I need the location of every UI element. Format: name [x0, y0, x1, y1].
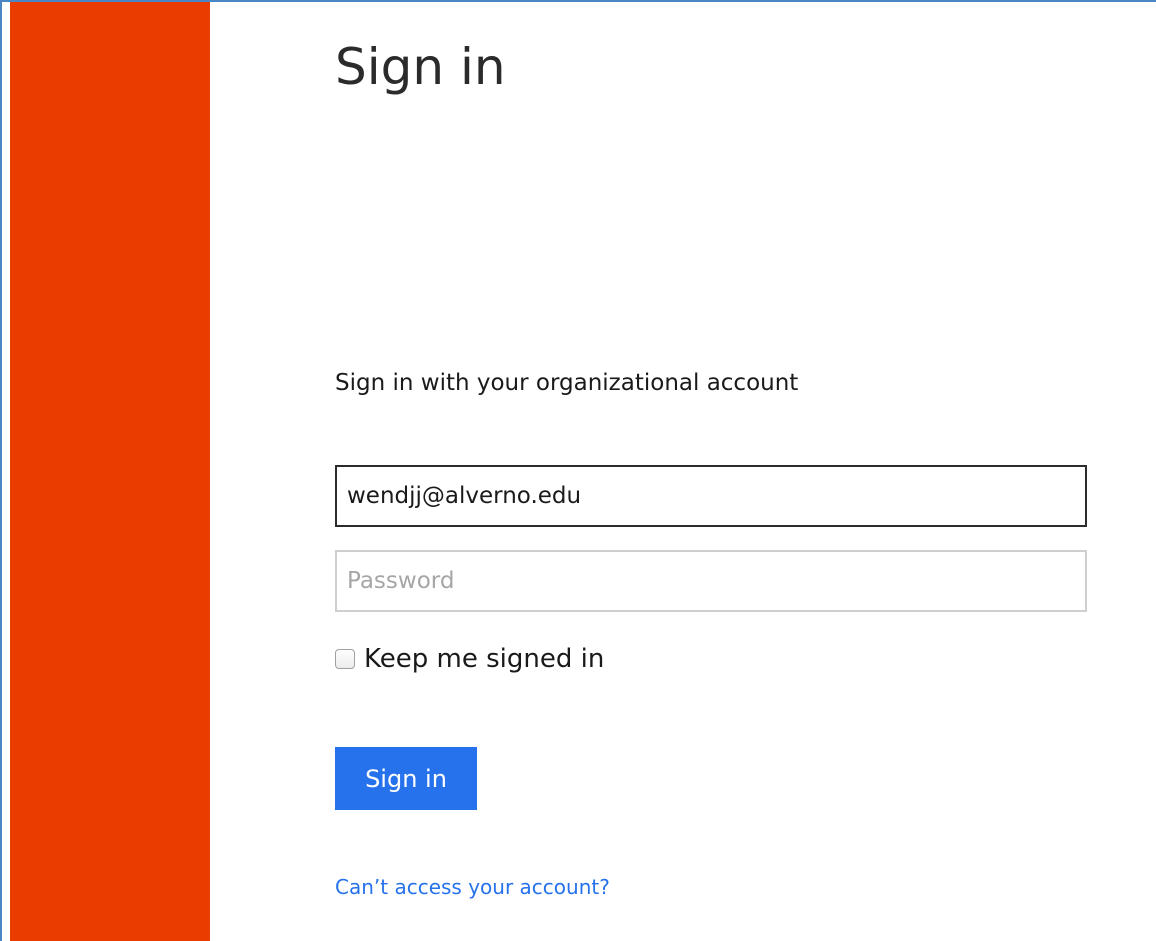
keep-signed-in-checkbox[interactable]: [335, 649, 355, 669]
password-field[interactable]: [335, 550, 1087, 612]
keep-signed-in-label: Keep me signed in: [364, 644, 605, 674]
sign-in-button[interactable]: Sign in: [335, 747, 477, 810]
page-title: Sign in: [335, 38, 506, 96]
email-field[interactable]: [335, 465, 1087, 527]
sign-in-content: Sign in Sign in with your organizational…: [335, 2, 1095, 941]
cant-access-account-link[interactable]: Can’t access your account?: [335, 875, 610, 899]
keep-signed-in-option[interactable]: Keep me signed in: [335, 642, 604, 676]
sign-in-page: Sign in Sign in with your organizational…: [0, 0, 1156, 941]
brand-side-panel: [10, 2, 210, 941]
sign-in-instructions: Sign in with your organizational account: [335, 370, 799, 396]
